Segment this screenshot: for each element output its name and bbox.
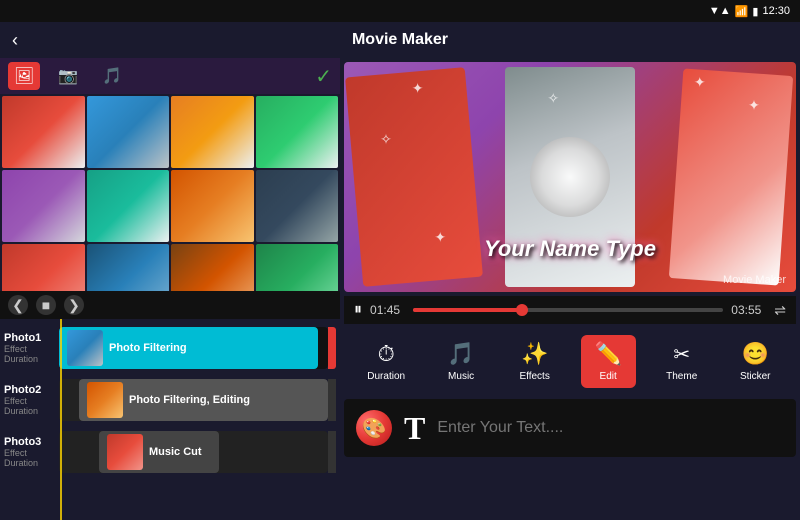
photo-cell[interactable] <box>87 170 170 242</box>
tab-music[interactable]: 🎵 <box>96 62 128 90</box>
track-label-2: Photo Filtering, Editing <box>129 394 250 406</box>
total-time: 03:55 <box>731 303 766 317</box>
photo-cell[interactable] <box>2 244 85 291</box>
sticker-icon: 😊 <box>742 341 769 367</box>
photo-icon: 🖼 <box>14 68 34 85</box>
timeline-label-1: Photo1 Effect Duration <box>4 332 59 364</box>
tab-camera[interactable]: 📷 <box>52 62 84 90</box>
status-icons: ▼▲ 📶 ▮ 12:30 <box>709 5 790 18</box>
tool-sticker-label: Sticker <box>740 371 771 382</box>
edit-toolbar: ⏱ Duration 🎵 Music ✨ Effects ✏️ Edit ✂ T… <box>340 324 800 399</box>
confirm-button[interactable]: ✓ <box>315 64 332 89</box>
tool-music-label: Music <box>448 371 474 382</box>
time-display: 12:30 <box>762 5 790 17</box>
collage-right <box>669 68 793 285</box>
photo-cell[interactable] <box>87 96 170 168</box>
page-title: Movie Maker <box>352 31 448 49</box>
current-time: 01:45 <box>370 303 405 317</box>
track-spacer <box>328 379 336 421</box>
color-picker-icon: 🎨 <box>362 416 387 441</box>
color-picker-button[interactable]: 🎨 <box>356 410 392 446</box>
video-preview: ✦ ✧ ✦ ✧ ✦ ✦ Your Name Type Movie Maker <box>344 62 796 292</box>
music-tool-icon: 🎵 <box>447 341 474 367</box>
track-scrollbar <box>328 327 336 369</box>
track-thumb-3 <box>107 434 143 470</box>
preview-content: ✦ ✧ ✦ ✧ ✦ ✦ Your Name Type Movie Maker <box>344 62 796 292</box>
signal-icon: ▼▲ <box>709 5 731 17</box>
track-label-3: Music Cut <box>149 446 202 458</box>
tool-duration[interactable]: ⏱ Duration <box>357 335 415 388</box>
photo-cell[interactable] <box>171 96 254 168</box>
text-style-button[interactable]: T <box>404 410 425 447</box>
duration-icon: ⏱ <box>378 341 395 367</box>
status-bar: ▼▲ 📶 ▮ 12:30 <box>0 0 800 22</box>
timeline-track-3[interactable]: Music Cut <box>59 431 328 473</box>
tool-effects-label: Effects <box>519 371 549 382</box>
camera-icon: 📷 <box>58 68 78 85</box>
music-icon: 🎵 <box>102 68 122 85</box>
timeline-row-1: Photo1 Effect Duration Photo Filtering <box>4 323 336 373</box>
theme-icon: ✂ <box>673 342 690 367</box>
timeline-track-2[interactable]: Photo Filtering, Editing <box>59 379 328 421</box>
photo-cell[interactable] <box>87 244 170 291</box>
timeline-label-3: Photo3 Effect Duration <box>4 436 59 468</box>
tool-edit[interactable]: ✏️ Edit <box>581 335 636 388</box>
tab-photo[interactable]: 🖼 <box>8 62 40 90</box>
track-item-1[interactable]: Photo Filtering <box>59 327 318 369</box>
progress-fill <box>413 308 522 312</box>
back-button[interactable]: ‹ <box>12 30 18 51</box>
photo-cell[interactable] <box>171 170 254 242</box>
sunglasses-icon <box>530 137 610 217</box>
tool-sticker[interactable]: 😊 Sticker <box>728 335 783 388</box>
next-button[interactable]: ❯ <box>64 295 84 315</box>
track-label-1: Photo Filtering <box>109 342 187 354</box>
play-pause-button[interactable]: ⏸ <box>354 301 362 319</box>
photo-cell[interactable] <box>2 170 85 242</box>
stop-button[interactable]: ■ <box>36 295 56 315</box>
timeline-label-2: Photo2 Effect Duration <box>4 384 59 416</box>
wifi-icon: 📶 <box>735 5 749 18</box>
tool-duration-label: Duration <box>367 371 405 382</box>
photo-grid <box>0 94 340 291</box>
title-bar: ‹ Movie Maker <box>0 22 800 58</box>
tool-music[interactable]: 🎵 Music <box>434 335 489 388</box>
text-input[interactable] <box>437 410 784 446</box>
track-thumb-1 <box>67 330 103 366</box>
timeline-row-3: Photo3 Effect Duration Music Cut <box>4 427 336 477</box>
track-thumb-2 <box>87 382 123 418</box>
prev-button[interactable]: ❮ <box>8 295 28 315</box>
timeline-controls: ❮ ■ ❯ <box>0 291 340 319</box>
photo-cell[interactable] <box>256 244 339 291</box>
right-panel: ✦ ✧ ✦ ✧ ✦ ✦ Your Name Type Movie Maker ⏸… <box>340 58 800 520</box>
preview-title: Your Name Type <box>484 236 656 262</box>
photo-cell[interactable] <box>2 96 85 168</box>
shuffle-button[interactable]: ⇌ <box>774 302 786 319</box>
media-tabs: 🖼 📷 🎵 ✓ <box>0 58 340 94</box>
progress-track[interactable] <box>413 308 723 312</box>
text-input-row: 🎨 T <box>344 399 796 457</box>
timeline-row-2: Photo2 Effect Duration Photo Filtering, … <box>4 375 336 425</box>
progress-thumb[interactable] <box>516 304 528 316</box>
timeline-track-1[interactable]: Photo Filtering <box>59 327 328 369</box>
collage-left <box>345 67 483 287</box>
photo-cell[interactable] <box>256 170 339 242</box>
preview-watermark: Movie Maker <box>723 274 786 286</box>
photo-cell[interactable] <box>256 96 339 168</box>
effects-icon: ✨ <box>521 341 548 367</box>
track-item-2[interactable]: Photo Filtering, Editing <box>79 379 328 421</box>
timeline: Photo1 Effect Duration Photo Filtering P… <box>0 319 340 520</box>
main-layout: 🖼 📷 🎵 ✓ ❮ ■ <box>0 58 800 520</box>
tool-edit-label: Edit <box>600 371 617 382</box>
tool-theme-label: Theme <box>666 371 697 382</box>
photo-cell[interactable] <box>171 244 254 291</box>
tool-effects[interactable]: ✨ Effects <box>507 335 562 388</box>
progress-bar: ⏸ 01:45 03:55 ⇌ <box>344 296 796 324</box>
left-panel: 🖼 📷 🎵 ✓ ❮ ■ <box>0 58 340 520</box>
track-item-3[interactable]: Music Cut <box>99 431 219 473</box>
tool-theme[interactable]: ✂ Theme <box>654 336 709 388</box>
edit-icon: ✏️ <box>594 341 621 367</box>
battery-icon: ▮ <box>752 5 758 18</box>
track-spacer-2 <box>328 431 336 473</box>
